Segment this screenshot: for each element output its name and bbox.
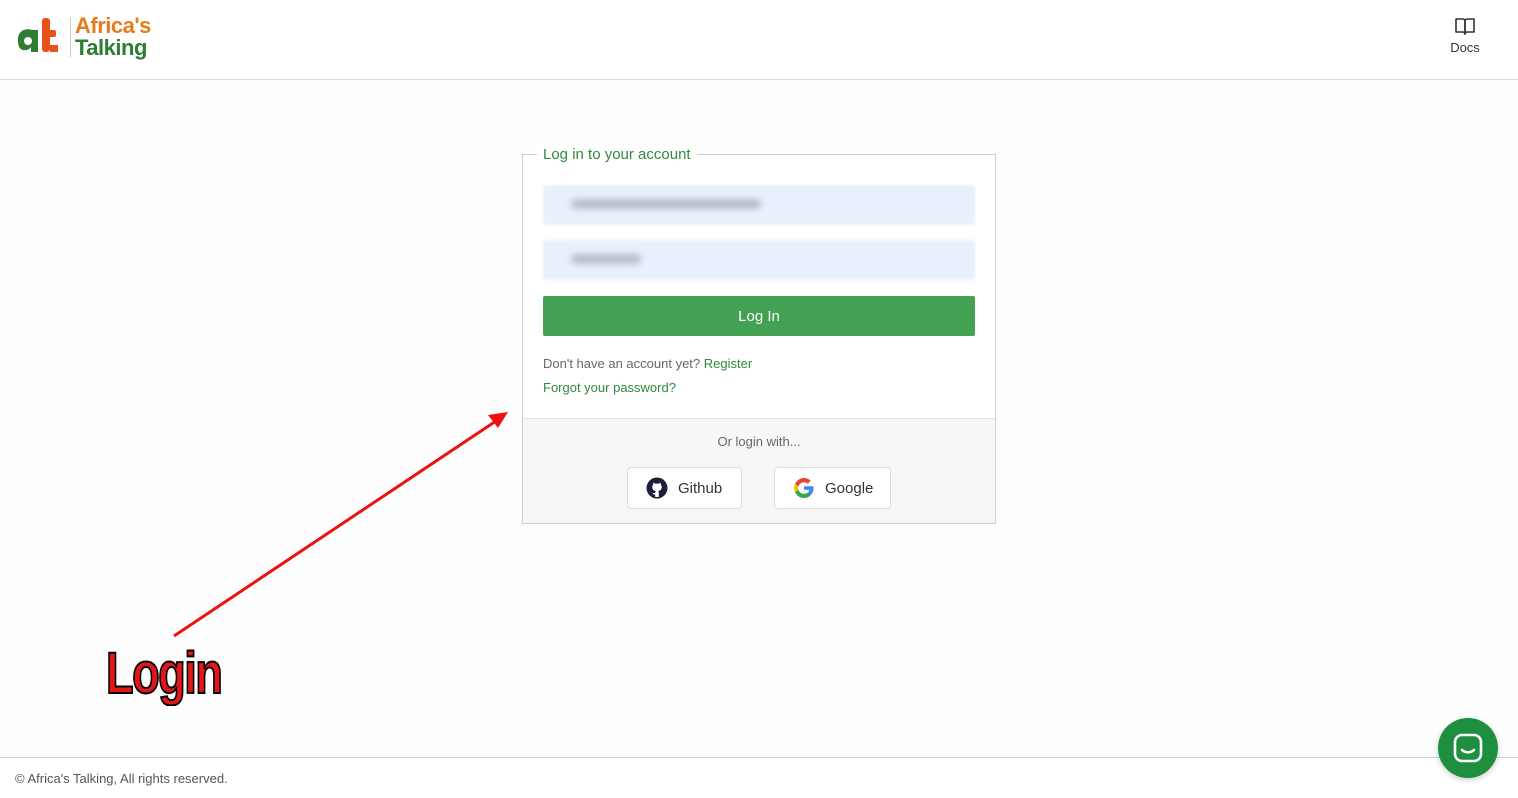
- password-field[interactable]: [543, 240, 975, 280]
- logo-line2: Talking: [75, 35, 147, 60]
- docs-link[interactable]: Docs: [1440, 16, 1490, 64]
- login-card: Log in to your account Log In Don't have…: [522, 146, 996, 524]
- github-login-button[interactable]: Github: [627, 467, 742, 509]
- top-navbar: Africa's Talking Docs: [0, 0, 1518, 80]
- password-value-blurred: [571, 254, 641, 264]
- register-prompt: Don't have an account yet? Register: [543, 356, 752, 371]
- chat-launcher-button[interactable]: [1438, 718, 1498, 778]
- register-link[interactable]: Register: [704, 356, 752, 371]
- github-label: Github: [678, 479, 723, 497]
- book-icon: [1455, 18, 1475, 35]
- login-card-title: Log in to your account: [537, 146, 697, 163]
- logo-line1: Africa's: [75, 13, 151, 38]
- africas-talking-logo[interactable]: Africa's Talking: [14, 14, 151, 60]
- google-login-button[interactable]: Google: [774, 467, 891, 509]
- logo-divider: [70, 17, 71, 57]
- annotation-label: Login: [105, 640, 223, 707]
- forgot-password-link[interactable]: Forgot your password?: [543, 380, 676, 395]
- email-field[interactable]: [543, 185, 975, 225]
- chat-icon: [1453, 733, 1483, 763]
- no-account-text: Don't have an account yet?: [543, 356, 701, 371]
- alt-login-label: Or login with...: [717, 434, 801, 449]
- copyright-text: © Africa's Talking, All rights reserved.: [15, 771, 228, 786]
- social-login-section: Or login with... Github Google: [523, 418, 995, 523]
- google-label: Google: [825, 479, 874, 497]
- email-value-blurred: [571, 199, 761, 209]
- footer: © Africa's Talking, All rights reserved.: [0, 757, 1518, 798]
- docs-label: Docs: [1450, 40, 1480, 55]
- google-icon: [794, 478, 814, 498]
- logo-wordmark: Africa's Talking: [75, 15, 151, 59]
- login-button[interactable]: Log In: [543, 296, 975, 336]
- github-icon: [646, 477, 668, 499]
- logo-mark-icon: [14, 14, 66, 60]
